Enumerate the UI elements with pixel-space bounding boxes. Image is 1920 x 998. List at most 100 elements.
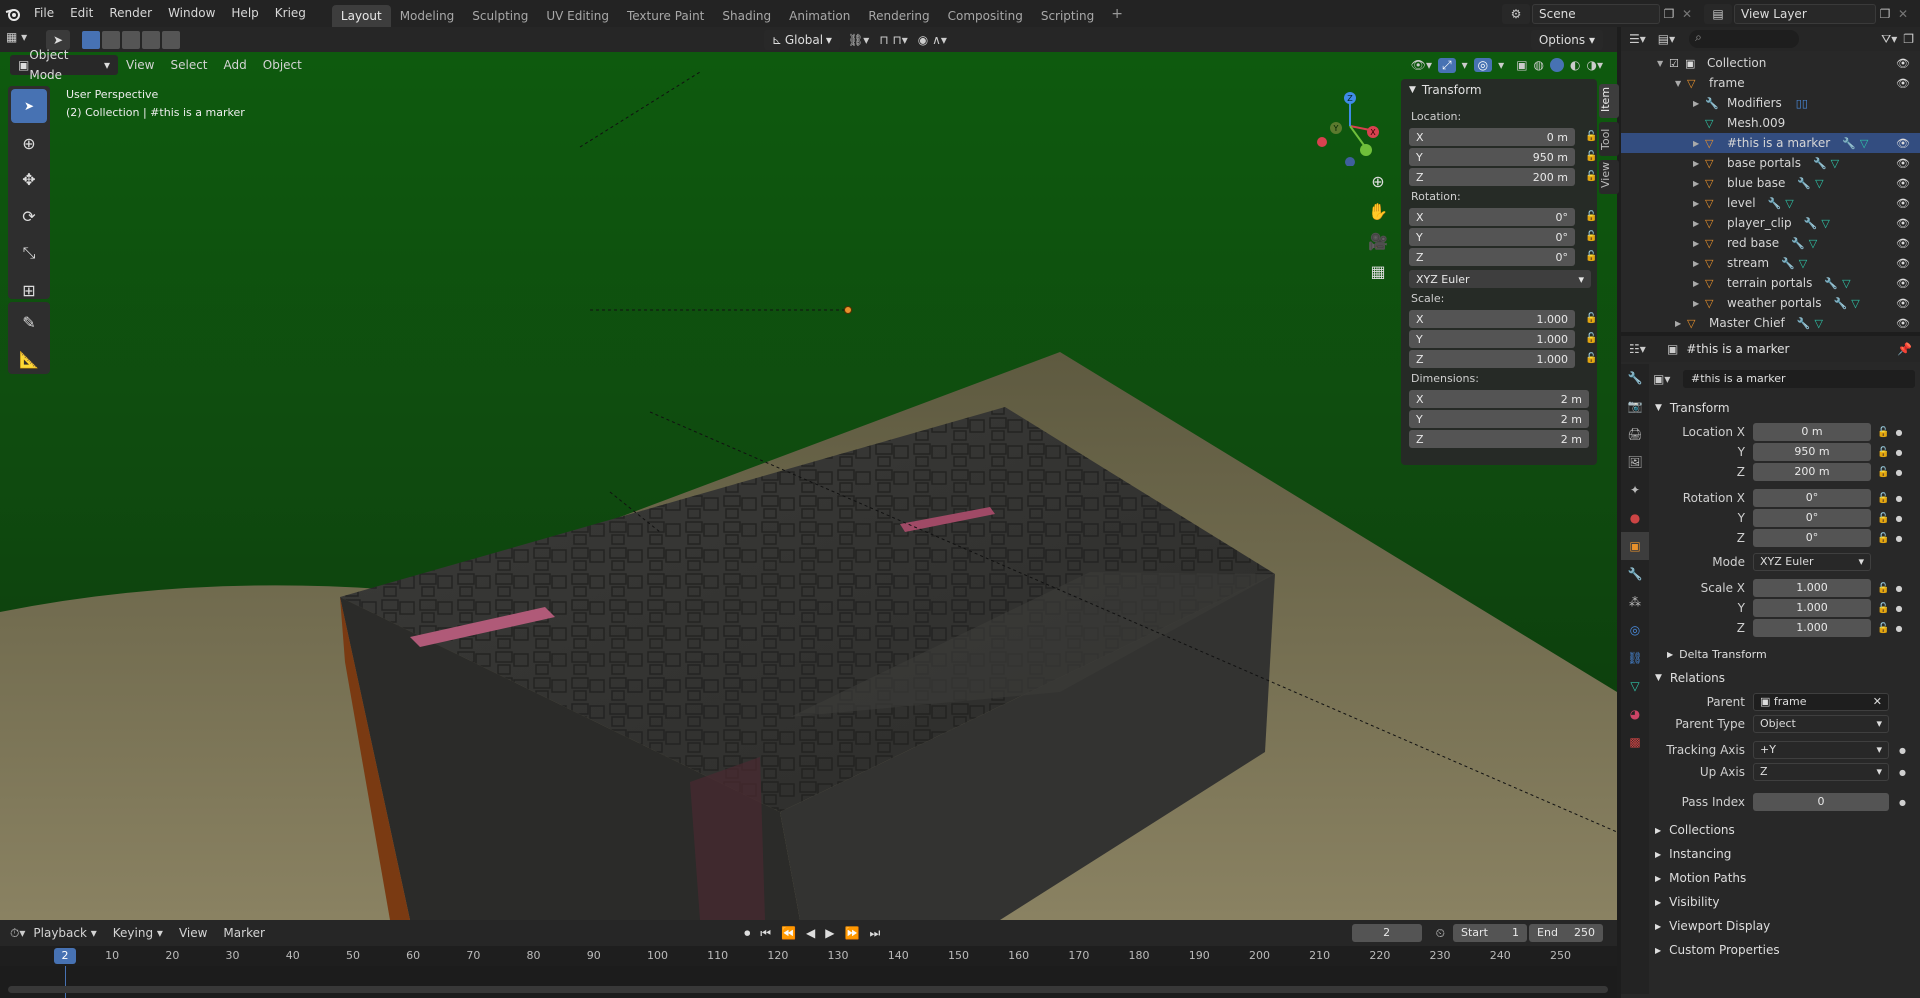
scale-x-field[interactable]: X 1.000 — [1409, 310, 1575, 328]
disclosure-arrow-icon[interactable]: ▼ — [1657, 59, 1669, 68]
tab-rendering[interactable]: Rendering — [859, 5, 938, 27]
disclosure-arrow-icon[interactable]: ▶ — [1693, 179, 1705, 188]
timeline-editor-icon[interactable]: ⏱▾ — [10, 926, 25, 941]
scale-y-field[interactable]: 1.000 — [1753, 599, 1871, 617]
play-icon[interactable]: ▶ — [825, 926, 834, 940]
rotation-z-field[interactable]: Z 0° — [1409, 248, 1575, 266]
mesh-data-icon[interactable]: ▽ — [1842, 277, 1850, 290]
tab-layout[interactable]: Layout — [331, 5, 391, 27]
menu-help[interactable]: Help — [223, 0, 266, 27]
disclosure-arrow-icon[interactable]: ▶ — [1693, 219, 1705, 228]
scale-tool[interactable]: ⤡ — [11, 236, 47, 270]
current-frame-field[interactable]: 2 — [1351, 924, 1422, 942]
lock-icon[interactable]: 🔓 — [1585, 211, 1597, 223]
lock-icon[interactable]: 🔓 — [1877, 467, 1889, 478]
lock-icon[interactable]: 🔓 — [1877, 513, 1889, 524]
section-viewport-display[interactable]: ▶ Viewport Display — [1653, 914, 1915, 938]
camera-icon[interactable]: 🎥 — [1365, 232, 1391, 262]
section-instancing[interactable]: ▶ Instancing — [1653, 842, 1915, 866]
grid-icon[interactable]: ▦ — [1365, 262, 1391, 292]
lock-icon[interactable]: 🔓 — [1585, 353, 1597, 365]
rotation-x-field[interactable]: X 0° — [1409, 208, 1575, 226]
viewport-view-menu[interactable]: View — [118, 53, 162, 78]
section-collections[interactable]: ▶ Collections — [1653, 818, 1915, 842]
keyframe-dot-icon[interactable]: ● — [1895, 428, 1902, 437]
rendered-shading-icon[interactable]: ◑▾ — [1587, 58, 1604, 72]
properties-editor-icon[interactable]: ☷▾ — [1629, 342, 1659, 356]
navigation-gizmo[interactable]: X Z Y — [1310, 86, 1390, 166]
parent-type-dropdown[interactable]: Object ▾ — [1753, 715, 1889, 733]
mesh-data-icon[interactable]: ▽ — [1860, 137, 1868, 150]
eye-icon[interactable]: 👁 — [1896, 137, 1910, 150]
select-extend-icon[interactable] — [102, 30, 120, 49]
location-z-field[interactable]: Z 200 m — [1409, 168, 1575, 186]
jump-start-icon[interactable]: ⏮ — [760, 926, 771, 941]
eye-icon[interactable]: 👁 — [1896, 257, 1910, 270]
modifier-stack-icon[interactable]: ▯▯ — [1796, 97, 1808, 110]
next-keyframe-icon[interactable]: ⏩ — [845, 926, 860, 940]
section-motion-paths[interactable]: ▶ Motion Paths — [1653, 866, 1915, 890]
up-axis-dropdown[interactable]: Z ▾ — [1753, 763, 1889, 781]
material-shading-icon[interactable]: ◐ — [1570, 58, 1580, 72]
viewport-add-menu[interactable]: Add — [216, 53, 255, 78]
eye-icon[interactable]: 👁 — [1896, 237, 1910, 250]
visibility-icon[interactable]: 👁▾ — [1411, 58, 1432, 72]
eye-icon[interactable]: 👁 — [1896, 77, 1910, 90]
mesh-data-icon[interactable]: ▽ — [1831, 157, 1839, 170]
wrench-icon[interactable]: 🔧 — [1804, 217, 1818, 230]
view-layer-icon[interactable]: ▤ — [1704, 3, 1732, 24]
view-layer-tab-icon[interactable]: 🖼 — [1621, 448, 1649, 476]
location-z-field[interactable]: 200 m — [1753, 463, 1871, 481]
render-tab-icon[interactable]: 📷 — [1621, 392, 1649, 420]
outliner-item[interactable]: ▶ ▽ terrain portals 🔧 ▽ 👁 — [1621, 273, 1920, 293]
lock-icon[interactable]: 🔓 — [1585, 131, 1597, 143]
menu-edit[interactable]: Edit — [62, 0, 101, 27]
outliner-item[interactable]: ▶ ▽ base portals 🔧 ▽ 👁 — [1621, 153, 1920, 173]
outliner-item[interactable]: ▽ Mesh.009 — [1621, 113, 1920, 133]
prev-keyframe-icon[interactable]: ⏪ — [781, 926, 796, 940]
section-visibility[interactable]: ▶ Visibility — [1653, 890, 1915, 914]
wrench-icon[interactable]: 🔧 — [1834, 297, 1848, 310]
solid-shading-icon[interactable] — [1550, 58, 1565, 72]
tool-tab-icon[interactable]: 🔧 — [1621, 364, 1649, 392]
disclosure-arrow-icon[interactable]: ▶ — [1693, 199, 1705, 208]
options-dropdown[interactable]: Options ▾ — [1530, 29, 1603, 50]
annotate-tool[interactable]: ✎ — [11, 305, 47, 339]
object-name-field[interactable]: #this is a marker — [1683, 370, 1915, 388]
filter-icon[interactable]: ⛛▾ — [1881, 32, 1897, 47]
playback-menu[interactable]: Playback ▾ — [25, 921, 104, 946]
keyframe-dot-icon[interactable]: ● — [1895, 604, 1902, 613]
disclosure-arrow-icon[interactable]: ▶ — [1675, 319, 1687, 328]
timeline-track-area[interactable] — [0, 966, 1617, 998]
lock-icon[interactable]: 🔓 — [1877, 493, 1889, 504]
outliner-editor-icon[interactable]: ☰▾ — [1629, 32, 1646, 46]
menu-file[interactable]: File — [26, 0, 62, 27]
proportional-edit-icon[interactable]: ◉ ∧▾ — [918, 33, 947, 47]
disclosure-arrow-icon[interactable]: ▶ — [1693, 299, 1705, 308]
keyframe-dot-icon[interactable]: ● — [1895, 448, 1902, 457]
wrench-icon[interactable]: 🔧 — [1791, 237, 1805, 250]
lock-icon[interactable]: 🔓 — [1585, 231, 1597, 243]
timeline-view-menu[interactable]: View — [171, 921, 215, 946]
scale-x-field[interactable]: 1.000 — [1753, 579, 1871, 597]
location-y-field[interactable]: 950 m — [1753, 443, 1871, 461]
dimensions-z-field[interactable]: Z 2 m — [1409, 430, 1589, 448]
tab-sculpting[interactable]: Sculpting — [463, 5, 537, 27]
mesh-data-icon[interactable]: ▽ — [1821, 217, 1829, 230]
lock-icon[interactable]: 🔓 — [1877, 623, 1889, 634]
view-layer-field[interactable]: View Layer — [1734, 3, 1876, 24]
outliner-item[interactable]: ▶ ▽ #this is a marker 🔧 ▽ 👁 — [1621, 133, 1920, 153]
mesh-data-icon[interactable]: ▽ — [1799, 257, 1807, 270]
lock-icon[interactable]: 🔓 — [1585, 151, 1597, 163]
npanel-header[interactable]: ▼ Transform — [1401, 79, 1597, 101]
select-invert-icon[interactable] — [142, 30, 160, 49]
keyframe-dot-icon[interactable]: ● — [1895, 584, 1902, 593]
3d-viewport[interactable]: User Perspective (2) Collection | #this … — [0, 52, 1617, 920]
location-y-field[interactable]: Y 950 m — [1409, 148, 1575, 166]
end-frame-field[interactable]: End 250 — [1529, 924, 1604, 942]
eye-icon[interactable]: 👁 — [1896, 157, 1910, 170]
outliner-item[interactable]: ▶ ▽ stream 🔧 ▽ 👁 — [1621, 253, 1920, 273]
lock-icon[interactable]: 🔓 — [1877, 427, 1889, 438]
display-mode-icon[interactable]: ▤▾ — [1658, 32, 1675, 46]
mode-dropdown[interactable]: ▣ Object Mode ▾ — [10, 48, 118, 82]
